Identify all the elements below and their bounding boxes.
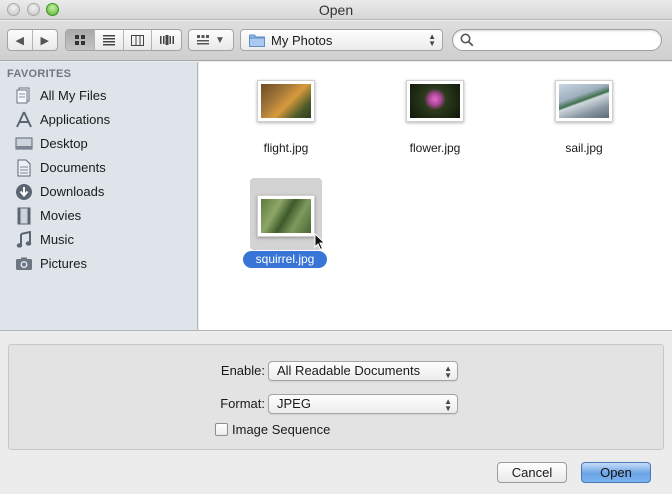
sidebar-item-all-my-files[interactable]: All My Files: [0, 84, 198, 108]
all-files-icon: [16, 87, 30, 104]
panel-divider: [0, 330, 672, 331]
file-name: flight.jpg: [263, 141, 309, 155]
chevron-left-icon: ◀: [15, 34, 24, 47]
location-popup[interactable]: My Photos ▲ ▼: [240, 29, 443, 51]
window-title: Open: [318, 2, 354, 18]
sidebar-item-label: Movies: [40, 208, 82, 223]
applications-icon: [16, 111, 32, 128]
search-input[interactable]: [477, 32, 655, 48]
location-label: My Photos: [271, 32, 333, 48]
forward-button[interactable]: ▶: [33, 30, 57, 50]
file-thumbnail: [257, 195, 315, 237]
file-thumbnail: [257, 80, 315, 122]
sidebar-item-label: Documents: [40, 160, 106, 175]
desktop-icon: [15, 137, 33, 150]
updown-arrows-icon: ▲ ▼: [428, 32, 436, 48]
toolbar: ◀ ▶ ▼ My Photos ▲ ▼: [0, 21, 672, 61]
mouse-cursor-icon: [314, 233, 326, 251]
format-label: Format:: [220, 396, 265, 411]
list-view-button[interactable]: [95, 30, 124, 50]
sidebar-item-label: All My Files: [40, 88, 107, 103]
sidebar-item-applications[interactable]: Applications: [0, 108, 198, 132]
search-field[interactable]: [452, 29, 662, 51]
file-thumbnail: [555, 80, 613, 122]
sidebar-header-favorites: FAVORITES: [7, 68, 72, 80]
file-browser: flight.jpg flower.jpg sail.jpg squirrel.…: [199, 62, 672, 330]
sidebar-item-movies[interactable]: Movies: [0, 204, 198, 228]
column-view-button[interactable]: [124, 30, 153, 50]
sidebar-item-desktop[interactable]: Desktop: [0, 132, 198, 156]
arrange-button[interactable]: ▼: [188, 29, 234, 51]
arrange-grid-icon: [197, 35, 210, 45]
search-icon: [460, 33, 474, 47]
file-name: flower.jpg: [409, 141, 461, 155]
navigation-buttons: ◀ ▶: [7, 29, 58, 51]
icon-view-icon: [74, 35, 85, 45]
sidebar-item-downloads[interactable]: Downloads: [0, 180, 198, 204]
sidebar-item-label: Music: [40, 232, 74, 247]
view-mode-buttons: [65, 29, 182, 51]
enable-popup[interactable]: All Readable Documents ▲ ▼: [268, 361, 458, 381]
documents-icon: [17, 159, 31, 177]
sidebar-item-label: Applications: [40, 112, 111, 127]
sidebar-item-label: Desktop: [40, 136, 88, 151]
updown-arrows-icon: ▲ ▼: [444, 397, 452, 413]
sidebar-item-label: Pictures: [40, 256, 87, 271]
file-thumbnail: [406, 80, 464, 122]
open-button[interactable]: Open: [581, 462, 651, 483]
cancel-button[interactable]: Cancel: [497, 462, 567, 483]
updown-arrows-icon: ▲ ▼: [444, 364, 452, 380]
title-bar: Open: [0, 0, 672, 20]
back-button[interactable]: ◀: [8, 30, 33, 50]
enable-label: Enable:: [220, 363, 265, 378]
list-view-icon: [102, 35, 115, 46]
pictures-icon: [16, 257, 32, 270]
movies-icon: [17, 207, 31, 225]
chevron-right-icon: ▶: [40, 34, 49, 47]
folder-icon: [249, 34, 265, 47]
options-panel: Enable: All Readable Documents ▲ ▼ Format…: [8, 344, 664, 450]
column-view-icon: [130, 34, 144, 46]
image-sequence-checkbox[interactable]: [215, 423, 228, 436]
sidebar-item-pictures[interactable]: Pictures: [0, 252, 198, 276]
music-icon: [16, 231, 32, 248]
cover-flow-view-button[interactable]: [152, 30, 181, 50]
icon-view-button[interactable]: [66, 30, 95, 50]
chevron-down-icon: ▼: [215, 34, 225, 46]
sidebar: FAVORITES All My Files Applications Desk…: [0, 62, 198, 330]
open-dialog: Open ◀ ▶ ▼ My Photos ▲ ▼ FAVORITES All M…: [0, 0, 672, 494]
format-popup[interactable]: JPEG ▲ ▼: [268, 394, 458, 414]
cover-flow-icon: [159, 35, 174, 45]
enable-value: All Readable Documents: [277, 363, 421, 378]
file-name: sail.jpg: [565, 141, 603, 155]
image-sequence-label: Image Sequence: [232, 422, 331, 437]
sidebar-item-label: Downloads: [40, 184, 105, 199]
file-name-selected[interactable]: squirrel.jpg: [243, 251, 327, 268]
format-value: JPEG: [277, 396, 311, 411]
sidebar-item-documents[interactable]: Documents: [0, 156, 198, 180]
downloads-icon: [16, 184, 32, 200]
sidebar-item-music[interactable]: Music: [0, 228, 198, 252]
